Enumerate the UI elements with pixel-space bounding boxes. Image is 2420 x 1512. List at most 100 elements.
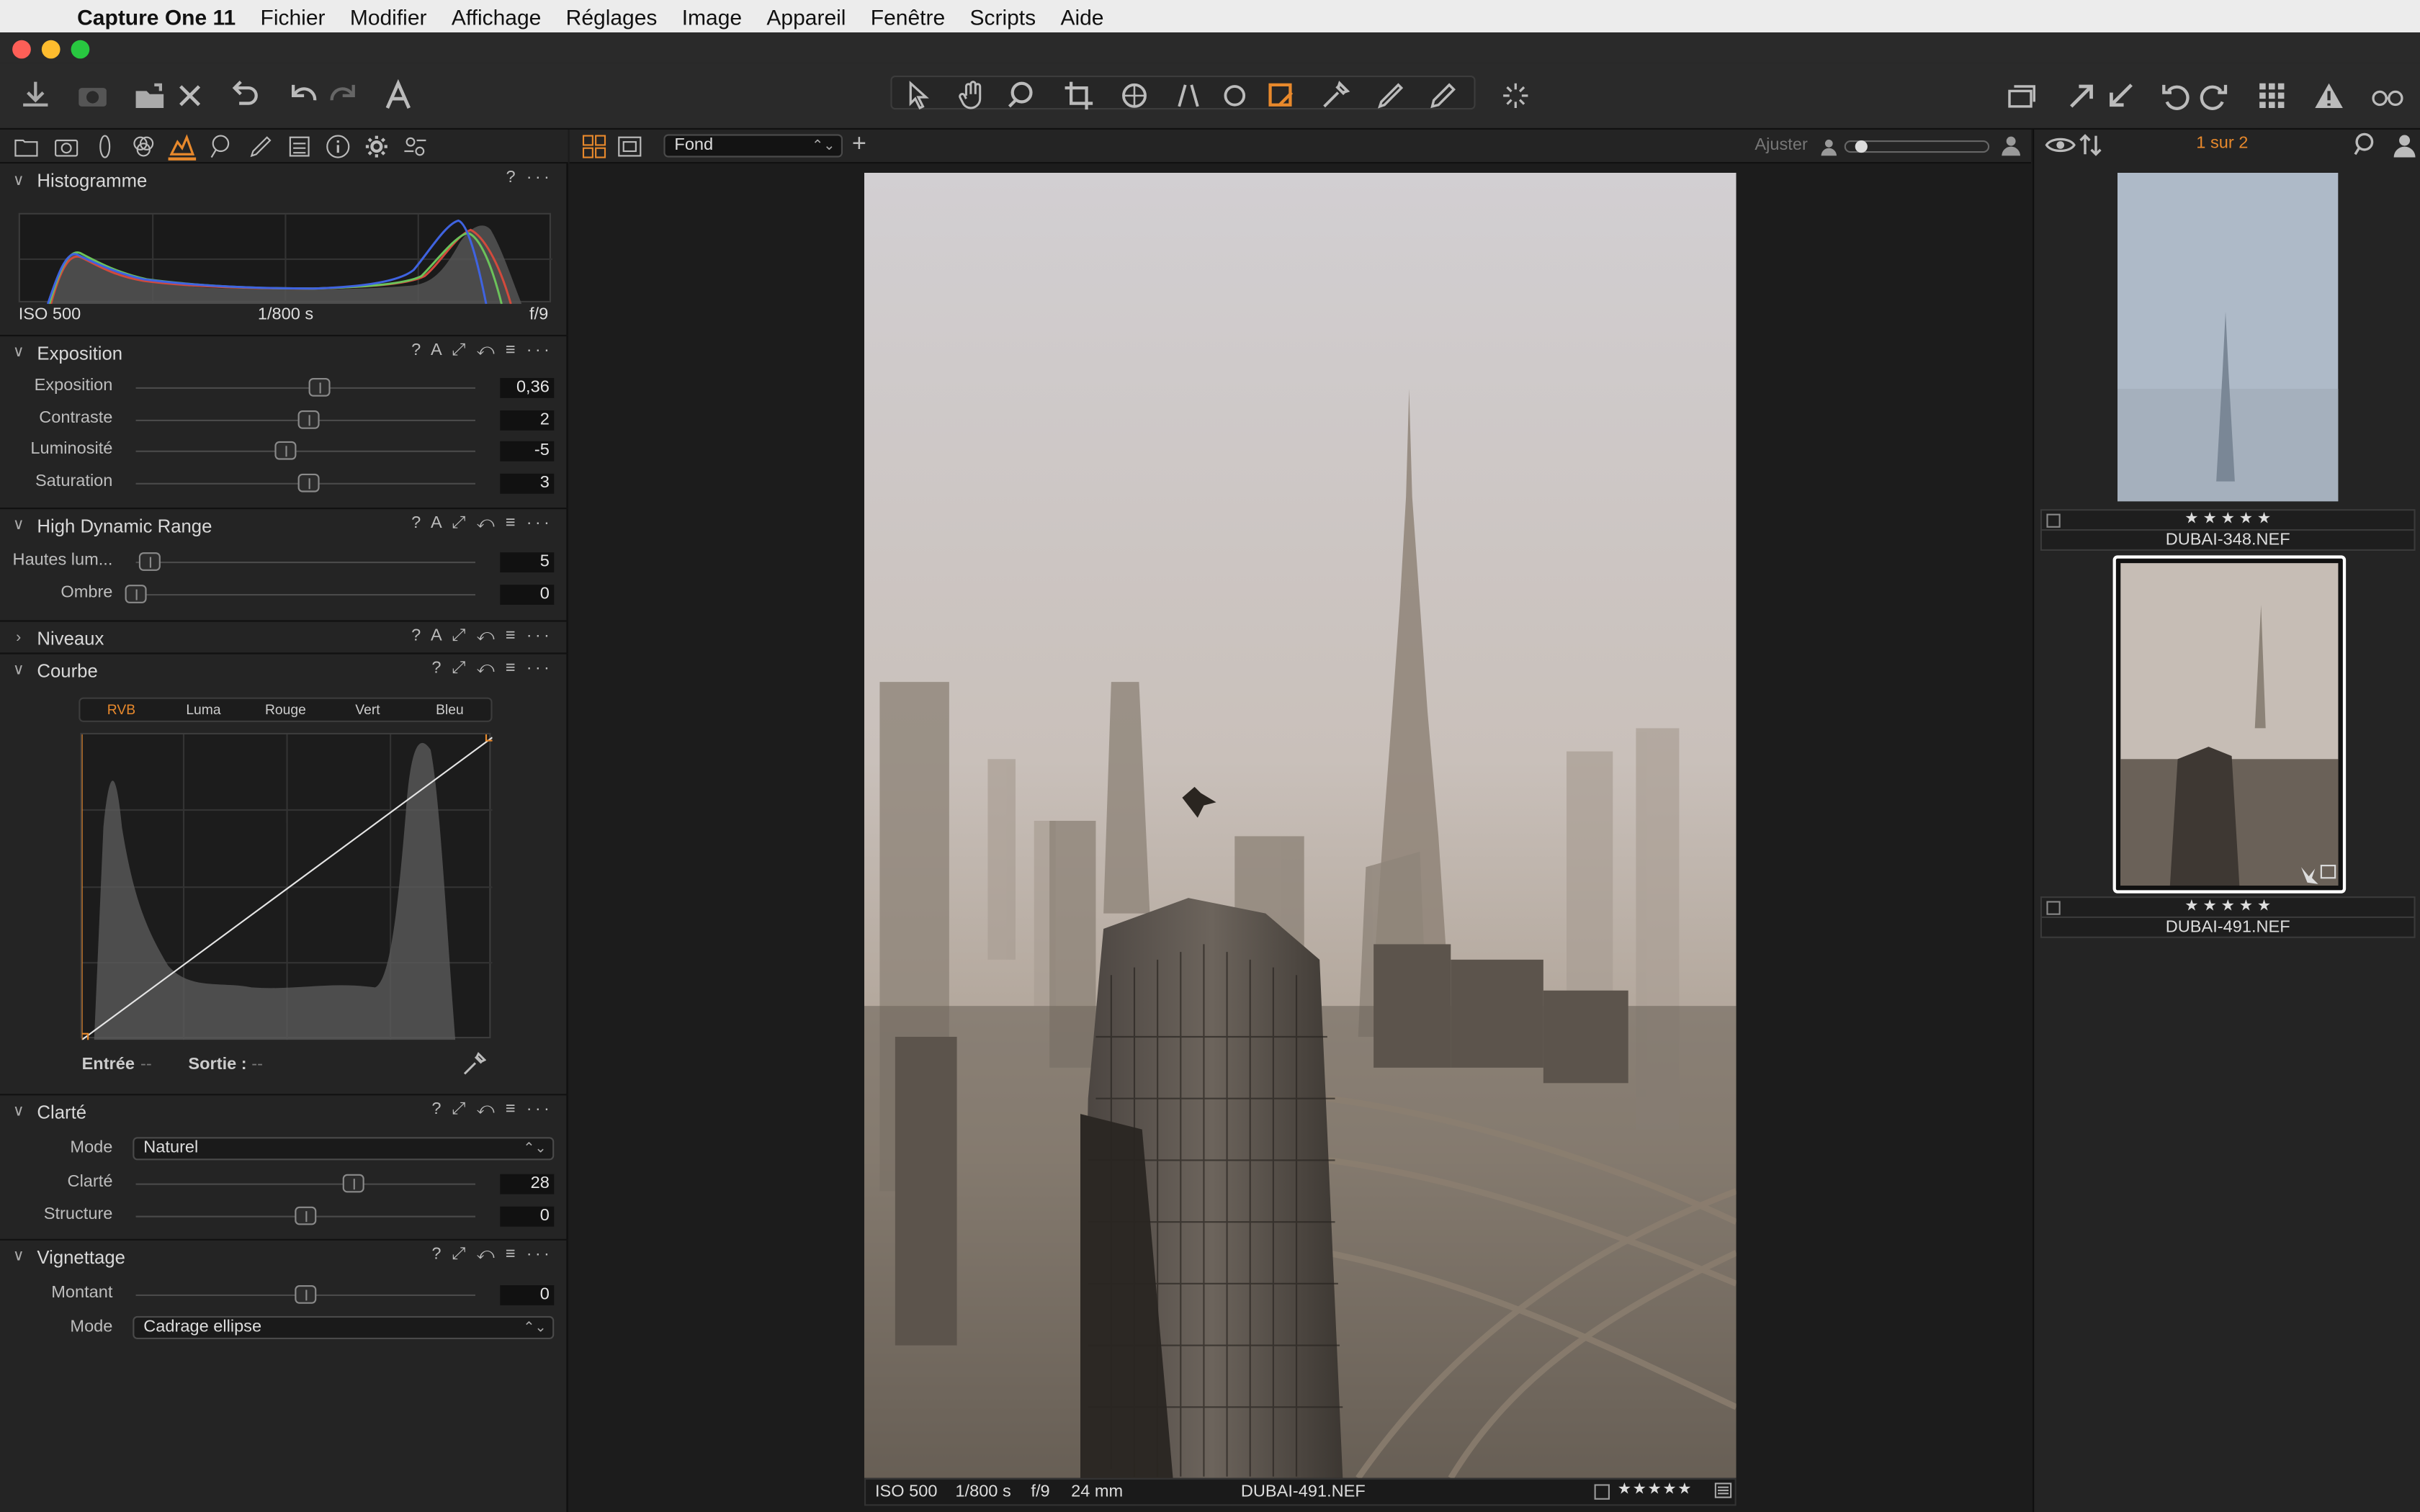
zoom-icon[interactable] xyxy=(1003,76,1044,116)
slider-knob[interactable] xyxy=(274,441,296,460)
curve-tab-vert[interactable]: Vert xyxy=(326,702,408,717)
add-layer-icon[interactable]: + xyxy=(852,131,866,159)
select-checkbox[interactable] xyxy=(2046,901,2061,915)
menu-reglages[interactable]: Réglages xyxy=(566,4,658,28)
settings-gear-icon[interactable] xyxy=(363,132,391,161)
hdr-header[interactable]: ∨ High Dynamic Range ? A ⤢ ↶ ≡ ··· xyxy=(0,508,568,541)
thumbnail-size-slider[interactable] xyxy=(1844,140,1990,153)
camera-icon[interactable] xyxy=(73,76,113,116)
menu-fichier[interactable]: Fichier xyxy=(261,4,326,28)
reset-left-icon[interactable] xyxy=(2156,76,2197,116)
delete-icon[interactable] xyxy=(170,76,210,116)
exposure-warning-icon[interactable] xyxy=(2309,76,2349,116)
menu-modifier[interactable]: Modifier xyxy=(350,4,427,28)
grid-icon[interactable] xyxy=(2251,76,2292,116)
thumbnail-dubai-348[interactable] xyxy=(2118,173,2339,502)
spot-removal-icon[interactable] xyxy=(1214,76,1255,116)
undo-step-icon[interactable] xyxy=(284,76,324,116)
slider-knob[interactable] xyxy=(295,1285,317,1304)
curve-tab-rouge[interactable]: Rouge xyxy=(244,702,326,717)
slider-track[interactable] xyxy=(135,387,476,389)
select-cursor-icon[interactable] xyxy=(900,76,940,116)
slider-value-field[interactable]: 0,36 xyxy=(500,378,555,398)
zoom-window-button[interactable] xyxy=(71,40,90,59)
import-icon[interactable] xyxy=(15,76,55,116)
section-tools[interactable]: ? ⤢ ↶ ≡ ··· xyxy=(431,1100,552,1120)
color-tag-icon[interactable] xyxy=(1714,1482,1732,1498)
brush-icon[interactable] xyxy=(1423,76,1464,116)
menu-appareil[interactable]: Appareil xyxy=(766,4,846,28)
batch-tab-icon[interactable] xyxy=(401,132,429,161)
sort-icon[interactable] xyxy=(2079,132,2103,157)
crop-icon[interactable] xyxy=(1059,76,1099,116)
main-photo[interactable] xyxy=(864,173,1736,1478)
collapse-chevron-icon[interactable]: ∨ xyxy=(0,172,37,189)
section-tools[interactable]: ? ⤢ ↶ ≡ ··· xyxy=(431,1245,552,1265)
collapse-chevron-icon[interactable]: ∨ xyxy=(0,344,37,361)
eye-icon[interactable] xyxy=(2045,132,2076,157)
collapse-chevron-icon[interactable]: ∨ xyxy=(0,1103,37,1120)
user-icon[interactable] xyxy=(2392,132,2416,158)
collapse-chevron-icon[interactable]: ∨ xyxy=(0,517,37,534)
exposure-header[interactable]: ∨ Exposition ? A ⤢ ↶ ≡ ··· xyxy=(0,335,568,369)
rotate-icon[interactable] xyxy=(1114,76,1155,116)
details-tab-icon[interactable] xyxy=(208,132,236,161)
slider-value-field[interactable]: 0 xyxy=(500,1285,555,1305)
histogram-header[interactable]: ∨ Histogramme ? ··· xyxy=(0,163,568,197)
slider-value-field[interactable]: 28 xyxy=(500,1174,555,1194)
folder-tab-icon[interactable] xyxy=(12,132,40,161)
menu-app-name[interactable]: Capture One 11 xyxy=(77,4,236,28)
single-view-icon[interactable] xyxy=(617,134,642,158)
section-tools[interactable]: ? A ⤢ ↶ ≡ ··· xyxy=(411,514,552,534)
apply-adjustments-icon[interactable] xyxy=(2100,76,2141,116)
section-tools[interactable]: ? ··· xyxy=(506,168,552,187)
menu-affichage[interactable]: Affichage xyxy=(452,4,542,28)
slider-value-field[interactable]: 0 xyxy=(500,1205,555,1226)
picker-eyedropper-icon[interactable] xyxy=(462,1052,487,1076)
slider-knob[interactable] xyxy=(1855,140,1868,153)
slider-value-field[interactable]: 0 xyxy=(500,585,555,605)
undo-icon[interactable] xyxy=(224,76,264,116)
metadata-tab-icon[interactable] xyxy=(324,132,352,161)
slider-knob[interactable] xyxy=(138,552,161,571)
redo-step-icon[interactable] xyxy=(323,76,363,116)
slider-knob[interactable] xyxy=(342,1174,364,1193)
color-tab-icon[interactable] xyxy=(130,132,158,161)
slider-value-field[interactable]: 2 xyxy=(500,409,555,430)
exposure-tab-icon[interactable] xyxy=(168,132,197,161)
menu-image[interactable]: Image xyxy=(682,4,742,28)
slider-track[interactable] xyxy=(135,450,476,452)
section-tools[interactable]: ? A ⤢ ↶ ≡ ··· xyxy=(411,341,552,361)
grid-view-icon[interactable] xyxy=(582,134,606,158)
select-checkbox[interactable] xyxy=(1594,1484,1610,1500)
slider-knob[interactable] xyxy=(308,378,331,397)
slider-track[interactable] xyxy=(135,562,476,564)
local-adjust-tab-icon[interactable] xyxy=(247,132,275,161)
clarity-mode-select[interactable]: Naturel ⌃⌄ xyxy=(133,1137,555,1161)
rating-stars[interactable]: ★ ★ ★ ★ ★ xyxy=(1618,1481,1692,1498)
layer-select[interactable]: Fond ⌃⌄ xyxy=(663,134,843,158)
slider-knob[interactable] xyxy=(297,409,320,428)
slider-track[interactable] xyxy=(135,594,476,596)
move-to-folder-icon[interactable] xyxy=(130,76,170,116)
close-window-button[interactable] xyxy=(12,40,31,59)
select-checkbox[interactable] xyxy=(2046,513,2061,528)
menu-scripts[interactable]: Scripts xyxy=(969,4,1036,28)
search-icon[interactable] xyxy=(2354,132,2378,157)
menu-aide[interactable]: Aide xyxy=(1060,4,1103,28)
output-tab-icon[interactable] xyxy=(285,132,313,161)
thumb-stars[interactable]: ★ ★ ★ ★ ★ xyxy=(2042,898,2414,917)
slider-value-field[interactable]: -5 xyxy=(500,441,555,462)
copy-adjustments-icon[interactable] xyxy=(2062,76,2102,116)
color-picker-icon[interactable] xyxy=(1315,76,1355,116)
thumb-stars[interactable]: ★ ★ ★ ★ ★ xyxy=(2042,510,2414,529)
curve-graph[interactable] xyxy=(79,732,495,1043)
curve-tab-luma[interactable]: Luma xyxy=(162,702,244,717)
proof-glasses-icon[interactable] xyxy=(2366,76,2409,116)
expand-chevron-icon[interactable]: › xyxy=(0,629,37,647)
section-tools[interactable]: ? ⤢ ↶ ≡ ··· xyxy=(431,659,552,679)
lens-tab-icon[interactable] xyxy=(91,132,119,161)
curve-tab-rvb[interactable]: RVB xyxy=(80,702,162,717)
curve-header[interactable]: ∨ Courbe ? ⤢ ↶ ≡ ··· xyxy=(0,652,568,686)
slider-value-field[interactable]: 3 xyxy=(500,472,555,493)
